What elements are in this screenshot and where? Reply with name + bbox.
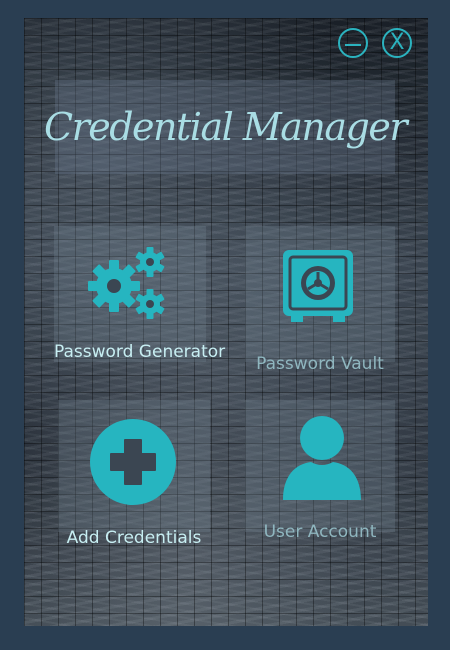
user-account-tile[interactable]: User Account (245, 400, 395, 542)
safe-icon (283, 250, 353, 322)
title-panel: Credential Manager (44, 80, 408, 174)
minimize-icon (345, 44, 361, 46)
close-icon: X (389, 30, 405, 55)
user-account-label: User Account (263, 522, 377, 542)
user-icon (283, 416, 361, 500)
app-window: X Credential Manager Password Generator … (24, 18, 428, 626)
password-generator-label: Password Generator (54, 342, 226, 362)
page-title: Credential Manager (44, 105, 408, 149)
add-credentials-label: Add Credentials (66, 528, 202, 548)
gears-icon (88, 247, 165, 319)
password-vault-label: Password Vault (256, 354, 384, 374)
plus-circle-icon (90, 419, 176, 505)
add-credentials-tile[interactable]: Add Credentials (58, 400, 210, 548)
minimize-button[interactable] (338, 28, 368, 58)
close-button[interactable]: X (382, 28, 412, 58)
password-generator-tile[interactable]: Password Generator (54, 226, 226, 362)
password-vault-tile[interactable]: Password Vault (245, 226, 395, 374)
